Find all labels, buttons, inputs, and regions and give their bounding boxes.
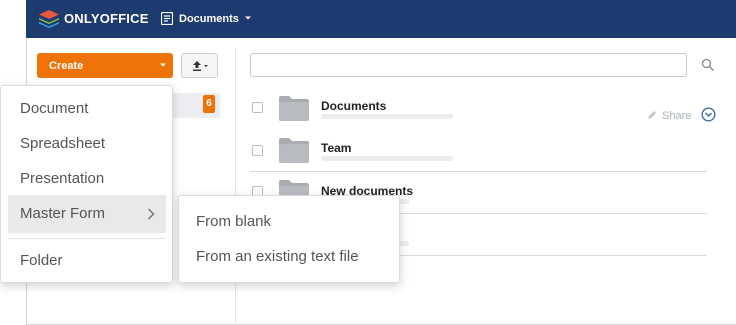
create-button[interactable]: Create (37, 53, 173, 78)
search-icon[interactable] (701, 58, 715, 72)
file-meta-placeholder (321, 156, 453, 161)
list-item[interactable]: Team (250, 135, 707, 171)
chevron-down-icon (160, 63, 166, 67)
menu-item-folder[interactable]: Folder (20, 252, 63, 269)
list-item[interactable]: Documents (250, 92, 707, 132)
upload-icon (193, 61, 208, 71)
share-action[interactable]: Share (662, 110, 691, 122)
share-icon[interactable] (647, 110, 657, 120)
submenu-item-from-text-file[interactable]: From an existing text file (196, 248, 359, 265)
top-header: ONLYOFFICE Documents (26, 0, 736, 38)
folder-icon (279, 96, 309, 121)
row-divider (250, 171, 707, 172)
create-button-label: Create (49, 60, 84, 72)
menu-item-document[interactable]: Document (20, 100, 88, 117)
module-selector[interactable]: Documents (179, 13, 239, 25)
menu-item-presentation[interactable]: Presentation (20, 170, 104, 187)
create-menu: Document Spreadsheet Presentation Master… (0, 85, 173, 283)
panel-divider (235, 48, 236, 325)
row-checkbox[interactable] (252, 102, 263, 113)
upload-button[interactable] (181, 53, 218, 78)
onlyoffice-logo-icon[interactable] (39, 10, 59, 28)
folder-icon (279, 138, 309, 163)
menu-separator (8, 238, 166, 239)
menu-item-spreadsheet[interactable]: Spreadsheet (20, 135, 105, 152)
file-name[interactable]: Documents (321, 99, 386, 113)
brand-name[interactable]: ONLYOFFICE (64, 11, 149, 26)
master-form-submenu: From blank From an existing text file (178, 195, 400, 283)
document-icon (161, 12, 173, 25)
menu-item-master-form[interactable]: Master Form (20, 205, 105, 222)
file-name[interactable]: Team (321, 141, 351, 155)
file-meta-placeholder (321, 114, 453, 119)
search-input[interactable] (250, 53, 687, 77)
new-items-badge: 6 (203, 95, 215, 113)
chevron-down-icon[interactable] (244, 14, 252, 22)
chevron-right-icon (147, 208, 155, 220)
more-icon[interactable] (701, 107, 716, 122)
row-checkbox[interactable] (252, 145, 263, 156)
submenu-item-from-blank[interactable]: From blank (196, 213, 271, 230)
